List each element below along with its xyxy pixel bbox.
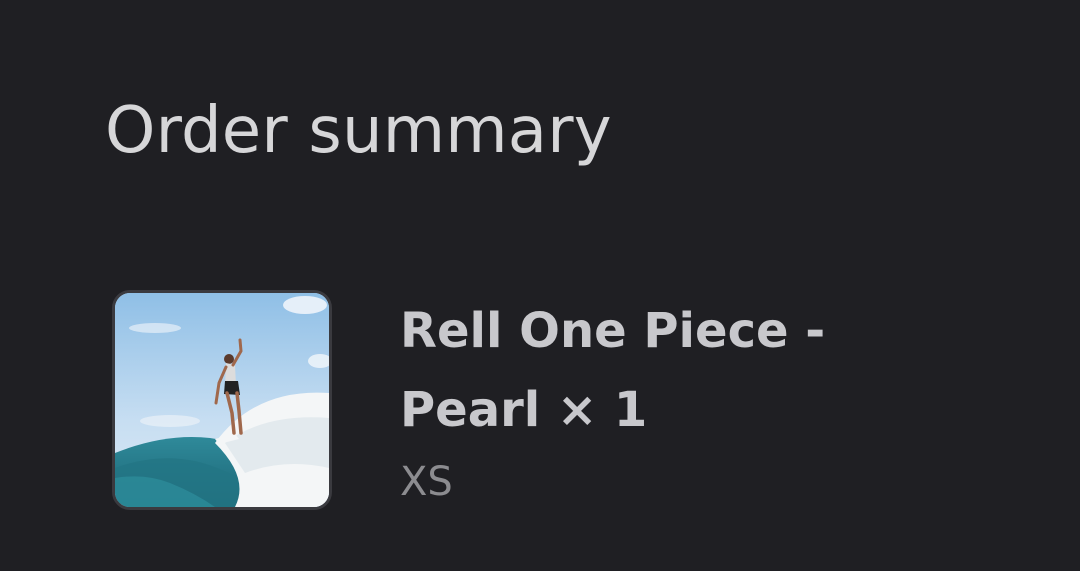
product-name: Rell One Piece - Pearl × 1: [400, 303, 826, 438]
order-summary-title: Order summary: [105, 94, 612, 168]
surfer-photo: [115, 293, 329, 507]
product-thumbnail: [112, 290, 332, 510]
product-variant: XS: [400, 459, 453, 505]
order-line-item: Rell One Piece - Pearl × 1 XS: [112, 290, 872, 515]
order-summary-panel: Order summary Rell One Piece - Pearl × 1…: [0, 0, 1080, 571]
